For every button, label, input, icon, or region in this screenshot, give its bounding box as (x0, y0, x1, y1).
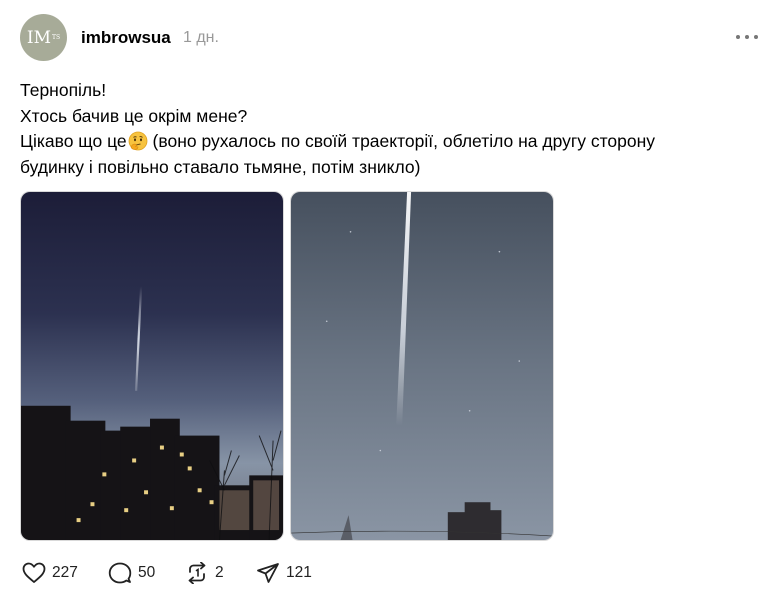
post-text-line-1: Тернопіль! (20, 80, 107, 100)
post-time[interactable]: 1 дн. (183, 29, 219, 47)
share-button[interactable]: 121 (256, 558, 312, 588)
heart-icon (22, 562, 46, 583)
post-text-line-2: Хтось бачив це окрім мене? (20, 105, 248, 126)
comment-icon (108, 562, 132, 584)
post-text-line-4: будинку і повільно ставало тьмяне, потім… (20, 156, 421, 177)
send-icon (257, 563, 279, 583)
post-text: Тернопіль! Хтось бачив це окрім мене? Ці… (20, 78, 760, 180)
share-count: 121 (286, 564, 312, 581)
repost-button[interactable]: 2 (185, 558, 224, 588)
reply-button[interactable]: 50 (108, 558, 155, 588)
reply-count: 50 (138, 564, 156, 581)
post-text-line-3b: (воно рухалось по своїй траекторії, обле… (147, 131, 656, 151)
avatar[interactable]: IM TS (20, 14, 67, 61)
photo-night-sky-buildings[interactable] (20, 191, 284, 541)
post-text-line-3: Цікаво що це (воно рухалось по своїй тра… (20, 129, 760, 155)
repost-icon (188, 562, 206, 584)
repost-count: 2 (215, 564, 224, 581)
avatar-sub: TS (52, 34, 61, 41)
post-card: IM TS imbrowsua 1 дн. Тернопіль! Хтось ба… (0, 0, 775, 601)
photo-sky-streak[interactable] (290, 191, 554, 541)
post-text-line-3a: Цікаво що це (20, 131, 127, 151)
like-count: 227 (52, 564, 78, 581)
thinking-face-emoji (128, 131, 148, 151)
photo-sky-streak-image (291, 192, 553, 540)
username-link[interactable]: imbrowsua (81, 28, 171, 48)
like-button[interactable]: 227 (22, 558, 78, 588)
photo-night-sky-buildings-image (21, 192, 283, 540)
avatar-initials: IM (26, 27, 51, 48)
more-icon[interactable] (736, 27, 758, 47)
